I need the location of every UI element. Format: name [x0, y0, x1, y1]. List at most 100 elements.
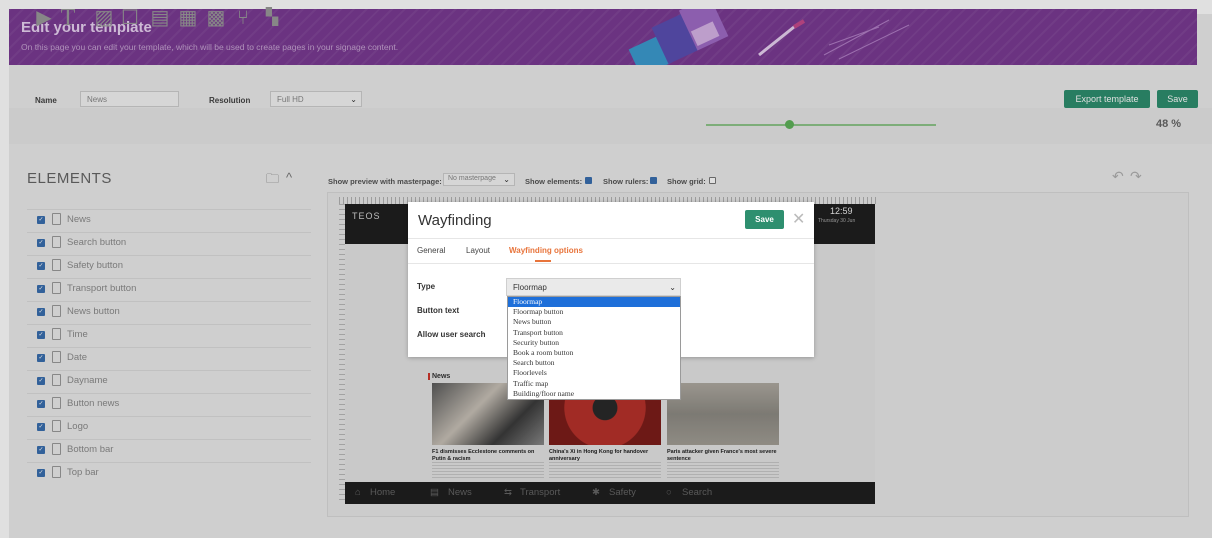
allow-user-search-label: Allow user search: [417, 330, 486, 339]
shape-tool-icon[interactable]: ☐: [120, 7, 140, 29]
dropdown-option[interactable]: Building/floor name: [508, 389, 680, 399]
checkbox[interactable]: ✓: [37, 239, 45, 247]
save-button[interactable]: Save: [1157, 90, 1198, 108]
tab-layout[interactable]: Layout: [466, 246, 490, 255]
trash-icon[interactable]: [52, 351, 61, 363]
video-tool-icon[interactable]: ▤: [150, 7, 170, 29]
folder-icon[interactable]: 🗀: [266, 170, 279, 192]
masterpage-select[interactable]: No masterpage ⌄: [443, 173, 515, 186]
dropdown-option[interactable]: Search button: [508, 358, 680, 368]
element-row[interactable]: ✓ News button: [27, 301, 311, 321]
type-dropdown-list[interactable]: Floormap Floormap button News button Tra…: [507, 296, 681, 400]
chevron-down-icon: ⌄: [669, 283, 676, 292]
type-select[interactable]: Floormap ⌄: [506, 278, 681, 296]
redo-icon[interactable]: ↷: [1130, 168, 1142, 185]
active-tab-indicator: [535, 260, 551, 262]
show-rulers-checkbox[interactable]: [650, 177, 657, 184]
zoom-value: 48 %: [1156, 118, 1182, 130]
modal-save-button[interactable]: Save: [745, 210, 784, 229]
trash-icon[interactable]: [52, 328, 61, 340]
trash-icon[interactable]: [52, 282, 61, 294]
checkbox[interactable]: ✓: [37, 285, 45, 293]
dropdown-option[interactable]: Floormap: [508, 297, 680, 308]
trash-icon[interactable]: [52, 443, 61, 455]
element-label: Top bar: [67, 467, 99, 478]
element-row[interactable]: ✓ Top bar: [27, 462, 311, 482]
dropdown-option[interactable]: Traffic map: [508, 379, 680, 389]
checkbox[interactable]: ✓: [37, 446, 45, 454]
element-row[interactable]: ✓ Safety button: [27, 255, 311, 275]
checkbox[interactable]: ✓: [37, 216, 45, 224]
element-row[interactable]: ✓ Bottom bar: [27, 439, 311, 459]
trash-icon[interactable]: [52, 466, 61, 478]
dropdown-option[interactable]: Floorlevels: [508, 368, 680, 378]
checkbox[interactable]: ✓: [37, 423, 45, 431]
trash-icon[interactable]: [52, 374, 61, 386]
text-tool-icon[interactable]: T: [58, 6, 78, 30]
wayfinding-tool-icon[interactable]: ⑂: [233, 7, 253, 29]
element-label: News: [67, 214, 91, 225]
checkbox[interactable]: ✓: [37, 262, 45, 270]
trash-icon[interactable]: [52, 236, 61, 248]
show-elements-checkbox[interactable]: [585, 177, 592, 184]
tab-wayfinding-options[interactable]: Wayfinding options: [509, 246, 583, 255]
show-grid-label: Show grid:: [667, 177, 706, 186]
trash-icon[interactable]: [52, 420, 61, 432]
undo-icon[interactable]: ↶: [1112, 168, 1124, 185]
element-row[interactable]: ✓ Transport button: [27, 278, 311, 298]
pointer-tool-icon[interactable]: ▶: [34, 7, 54, 29]
calendar-tool-icon[interactable]: ▦: [178, 7, 198, 29]
transport-icon: ⇆: [504, 487, 512, 498]
dropdown-option[interactable]: News button: [508, 317, 680, 327]
news-heading[interactable]: News: [432, 373, 450, 380]
show-rulers-label: Show rulers:: [603, 177, 649, 186]
nav-news[interactable]: News: [448, 487, 472, 498]
news-caption: Paris attacker given France's most sever…: [667, 449, 777, 462]
dropdown-option[interactable]: Transport button: [508, 328, 680, 338]
show-grid-checkbox[interactable]: [709, 177, 716, 184]
dropdown-option[interactable]: Floormap button: [508, 307, 680, 317]
dropdown-option[interactable]: Security button: [508, 338, 680, 348]
checkbox[interactable]: ✓: [37, 469, 45, 477]
element-row[interactable]: ✓ Time: [27, 324, 311, 344]
element-row[interactable]: ✓ Dayname: [27, 370, 311, 390]
qr-tool-icon[interactable]: ▩: [206, 7, 226, 29]
element-row[interactable]: ✓ Logo: [27, 416, 311, 436]
image-tool-icon[interactable]: ▨: [94, 7, 114, 29]
element-row[interactable]: ✓ Date: [27, 347, 311, 367]
news-body-text: [432, 462, 544, 480]
resolution-select[interactable]: Full HD ⌄: [270, 91, 362, 107]
date[interactable]: Thursday 30 Jun: [818, 218, 855, 224]
trash-icon[interactable]: [52, 305, 61, 317]
news-caption: China's Xi in Hong Kong for handover ann…: [549, 449, 649, 462]
checkbox[interactable]: ✓: [37, 377, 45, 385]
trash-icon[interactable]: [52, 397, 61, 409]
export-template-button[interactable]: Export template: [1064, 90, 1150, 108]
checkbox[interactable]: ✓: [37, 308, 45, 316]
modal-title: Wayfinding: [418, 212, 492, 229]
name-input[interactable]: News: [80, 91, 179, 107]
time[interactable]: 12:59: [830, 206, 853, 216]
zoom-slider-knob[interactable]: [785, 120, 794, 129]
logo[interactable]: TEOS: [352, 211, 381, 221]
page-subtitle: On this page you can edit your template,…: [21, 42, 399, 52]
element-row[interactable]: ✓ Search button: [27, 232, 311, 252]
zoom-slider-track[interactable]: [706, 124, 936, 126]
chevron-up-icon[interactable]: ^: [286, 170, 292, 185]
nav-search[interactable]: Search: [682, 487, 712, 498]
dropdown-option[interactable]: Book a room button: [508, 348, 680, 358]
checkbox[interactable]: ✓: [37, 331, 45, 339]
element-row[interactable]: ✓ News: [27, 209, 311, 229]
tab-general[interactable]: General: [417, 246, 445, 255]
element-row[interactable]: ✓ Button news: [27, 393, 311, 413]
nav-transport[interactable]: Transport: [520, 487, 560, 498]
widget-tool-icon[interactable]: ▚: [262, 7, 282, 29]
element-label: Transport button: [67, 283, 137, 294]
trash-icon[interactable]: [52, 259, 61, 271]
trash-icon[interactable]: [52, 213, 61, 225]
nav-safety[interactable]: Safety: [609, 487, 636, 498]
checkbox[interactable]: ✓: [37, 354, 45, 362]
close-icon[interactable]: ✕: [792, 209, 805, 229]
checkbox[interactable]: ✓: [37, 400, 45, 408]
nav-home[interactable]: Home: [370, 487, 395, 498]
